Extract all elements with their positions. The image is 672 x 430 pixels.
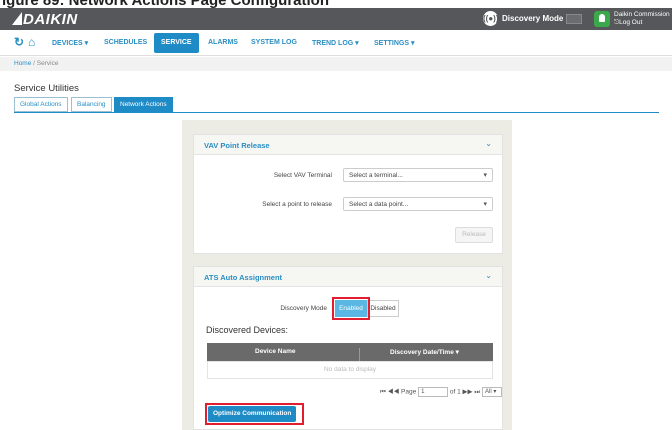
- breadcrumb-home[interactable]: Home: [14, 60, 31, 67]
- pager-suffix[interactable]: of 1 ▶▶ ⏭: [450, 389, 480, 396]
- nav-trend-log[interactable]: TREND LOG ▾: [312, 39, 359, 47]
- devices-table-empty: No data to display: [207, 361, 493, 379]
- nav-alarms[interactable]: ALARMS: [208, 39, 238, 46]
- chevron-down-icon[interactable]: ⌄: [485, 139, 492, 148]
- optimize-highlight-box: [205, 403, 304, 425]
- discovered-devices-label: Discovered Devices:: [206, 325, 289, 335]
- app-header: DAIKIN ((●)) Discovery Mode Daikin Commi…: [0, 8, 672, 30]
- enabled-highlight-box: [332, 297, 370, 320]
- page-number-input[interactable]: 1: [418, 387, 449, 397]
- vav-card-title: VAV Point Release: [204, 141, 270, 150]
- tab-underline: [14, 112, 659, 113]
- vav-point-label: Select a point to release: [262, 201, 332, 208]
- breadcrumb: Home / Service: [0, 57, 672, 71]
- figure-caption-text: igure 89: Network Actions Page Configura…: [2, 0, 329, 8]
- refresh-icon[interactable]: ↻: [14, 35, 24, 49]
- ats-card-title: ATS Auto Assignment: [204, 273, 283, 282]
- bell-icon[interactable]: [594, 11, 610, 27]
- discovery-mode-label[interactable]: Discovery Mode: [502, 14, 563, 23]
- tab-balancing[interactable]: Balancing: [71, 97, 112, 112]
- vav-point-release-card: VAV Point Release ⌄ Select VAV Terminal …: [193, 134, 503, 254]
- vav-terminal-select[interactable]: Select a terminal... ▾: [343, 168, 493, 182]
- daikin-logo-icon: [12, 12, 22, 25]
- nav-devices[interactable]: DEVICES ▾: [52, 39, 88, 47]
- page-size-value: All: [485, 389, 492, 395]
- brand-logo: DAIKIN: [12, 11, 78, 28]
- figure-caption: igure 89: Network Actions Page Configura…: [0, 0, 672, 8]
- release-button[interactable]: Release: [455, 227, 493, 243]
- network-actions-panel: VAV Point Release ⌄ Select VAV Terminal …: [182, 120, 512, 430]
- main-nav: ↻ ⌂ DEVICES ▾ SCHEDULES SERVICE ALARMS S…: [0, 30, 672, 56]
- brand-text: DAIKIN: [23, 11, 78, 28]
- col-discovery-date[interactable]: Discovery Date/Time ▾: [390, 348, 459, 356]
- ats-auto-assignment-card: ATS Auto Assignment ⌄ Discovery Mode Ena…: [193, 266, 503, 430]
- page-title: Service Utilities: [14, 83, 79, 94]
- vav-terminal-value: Select a terminal...: [349, 172, 403, 179]
- ats-card-header[interactable]: ATS Auto Assignment ⌄: [194, 267, 502, 287]
- disabled-toggle[interactable]: Disabled: [367, 300, 399, 317]
- keyboard-icon[interactable]: [566, 14, 582, 24]
- col-device-name[interactable]: Device Name: [255, 348, 295, 355]
- caret-down-icon: ▾: [483, 172, 487, 179]
- pager: ⏮ ◀◀ Page 1 of 1 ▶▶ ⏭ All ▾: [380, 387, 502, 397]
- vav-point-value: Select a data point...: [349, 201, 409, 208]
- logout-link[interactable]: ⎋Log Out: [614, 19, 642, 27]
- tab-network-actions[interactable]: Network Actions: [114, 97, 173, 112]
- user-name: Daikin Commission: [614, 11, 670, 18]
- pager-prefix[interactable]: ⏮ ◀◀ Page: [380, 389, 416, 396]
- ats-discovery-mode-label: Discovery Mode: [280, 305, 327, 312]
- breadcrumb-current: Service: [36, 60, 59, 67]
- nav-service[interactable]: SERVICE: [154, 33, 199, 53]
- discovery-mode-icon[interactable]: ((●)): [483, 11, 499, 26]
- vav-point-select[interactable]: Select a data point... ▾: [343, 197, 493, 211]
- devices-table-header: Device Name Discovery Date/Time ▾: [207, 343, 493, 366]
- nav-settings[interactable]: SETTINGS ▾: [374, 39, 414, 47]
- page-size-select[interactable]: All ▾: [482, 387, 502, 397]
- chevron-down-icon[interactable]: ⌄: [485, 271, 492, 280]
- logout-label[interactable]: Log Out: [619, 19, 642, 26]
- caret-down-icon: ▾: [483, 201, 487, 208]
- home-icon[interactable]: ⌂: [28, 35, 35, 49]
- nav-schedules[interactable]: SCHEDULES: [104, 39, 147, 46]
- nav-system-log[interactable]: SYSTEM LOG: [251, 39, 297, 46]
- tab-global-actions[interactable]: Global Actions: [14, 97, 68, 112]
- breadcrumb-separator: /: [33, 60, 35, 67]
- vav-terminal-label: Select VAV Terminal: [273, 172, 332, 179]
- vav-card-header[interactable]: VAV Point Release ⌄: [194, 135, 502, 155]
